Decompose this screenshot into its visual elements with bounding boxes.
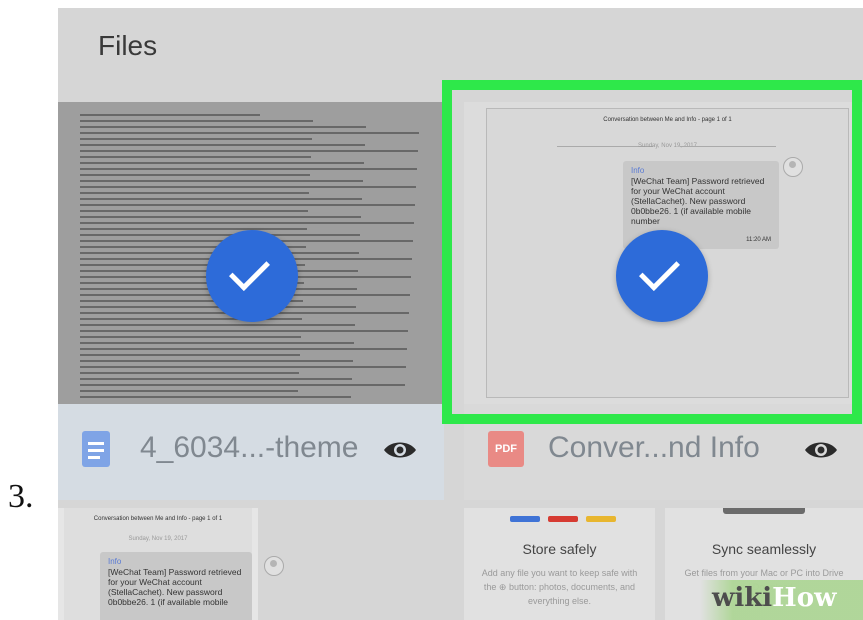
text-line bbox=[80, 114, 260, 116]
text-line bbox=[80, 372, 299, 374]
text-line bbox=[80, 378, 352, 380]
text-line bbox=[80, 354, 300, 356]
promo-body: Add any file you want to keep safe with … bbox=[481, 568, 638, 606]
text-line bbox=[80, 390, 298, 392]
text-line bbox=[80, 162, 364, 164]
file-card-doc[interactable]: 4_6034...-theme bbox=[58, 102, 444, 500]
pdf-date: Sunday, Nov 19, 2017 bbox=[128, 536, 188, 542]
laptop-illustration bbox=[723, 508, 805, 514]
step-number: 3. bbox=[8, 478, 34, 515]
color-bar bbox=[586, 516, 616, 522]
text-line bbox=[80, 222, 414, 224]
message-bubble: Info [WeChat Team] Password retrieved fo… bbox=[100, 552, 252, 620]
files-app: Files 4_6034...-theme Conversation betwe… bbox=[58, 8, 863, 620]
text-line bbox=[80, 210, 308, 212]
file-card-mini[interactable]: Conversation between Me and Info - page … bbox=[58, 508, 284, 620]
text-line bbox=[80, 216, 361, 218]
text-line bbox=[80, 150, 418, 152]
text-line bbox=[80, 144, 365, 146]
text-line bbox=[80, 360, 353, 362]
selected-check-icon[interactable] bbox=[206, 230, 298, 322]
text-line bbox=[80, 342, 354, 344]
message-sender: Info bbox=[108, 557, 122, 566]
text-line bbox=[80, 366, 406, 368]
selection-highlight bbox=[442, 80, 862, 424]
color-bar bbox=[510, 516, 540, 522]
text-line bbox=[80, 324, 355, 326]
text-line bbox=[80, 126, 366, 128]
promo-title: Sync seamlessly bbox=[711, 541, 817, 557]
color-bar bbox=[548, 516, 578, 522]
text-line bbox=[80, 120, 313, 122]
promo-card-store: Store safely Add any file you want to ke… bbox=[464, 508, 655, 620]
eye-icon[interactable] bbox=[804, 440, 838, 460]
text-line bbox=[80, 228, 307, 230]
promo-title: Store safely bbox=[522, 541, 597, 557]
wikihow-watermark: wikiHow bbox=[700, 580, 863, 620]
google-doc-icon bbox=[82, 431, 110, 467]
watermark-text: wikiHow bbox=[712, 583, 836, 613]
text-line bbox=[80, 138, 312, 140]
pdf-preview-page: Conversation between Me and Info - page … bbox=[64, 508, 284, 620]
file-card-footer: 4_6034...-theme bbox=[58, 404, 444, 500]
eye-icon[interactable] bbox=[383, 440, 417, 460]
pdf-heading: Conversation between Me and Info - page … bbox=[93, 516, 223, 522]
text-line bbox=[80, 186, 416, 188]
text-line bbox=[80, 180, 363, 182]
file-name: Conver...nd Info bbox=[548, 431, 760, 464]
text-line bbox=[80, 174, 310, 176]
file-name: 4_6034...-theme bbox=[140, 431, 359, 464]
avatar-icon bbox=[264, 556, 284, 576]
text-line bbox=[80, 198, 362, 200]
text-line bbox=[80, 156, 311, 158]
watermark-part2: How bbox=[772, 583, 837, 613]
text-line bbox=[80, 192, 309, 194]
watermark-part1: wiki bbox=[712, 583, 773, 613]
text-line bbox=[80, 204, 415, 206]
page-title: Files bbox=[98, 30, 158, 61]
text-line bbox=[80, 384, 405, 386]
text-line bbox=[80, 330, 408, 332]
text-line bbox=[80, 336, 301, 338]
text-line bbox=[80, 396, 351, 398]
message-text: [WeChat Team] Password retrieved for you… bbox=[108, 567, 242, 607]
text-line bbox=[80, 132, 419, 134]
pdf-icon: PDF bbox=[488, 431, 524, 467]
text-line bbox=[80, 168, 417, 170]
text-line bbox=[80, 234, 360, 236]
text-line bbox=[80, 348, 407, 350]
